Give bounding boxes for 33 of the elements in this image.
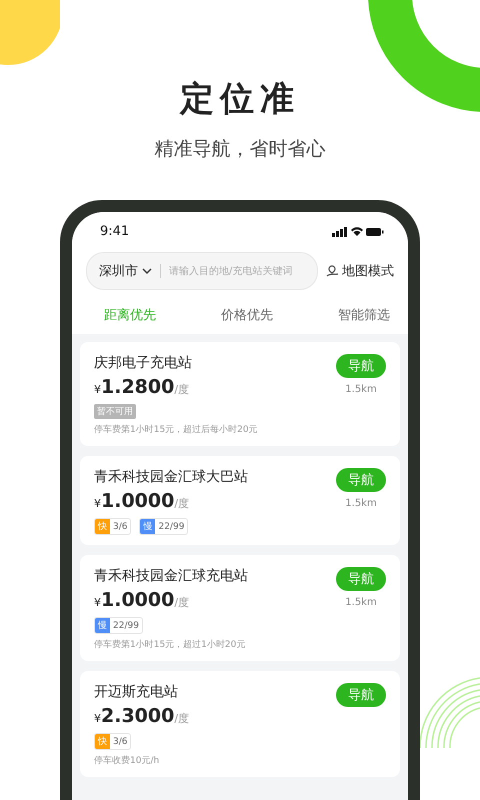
headline: 定位准 [180,78,300,121]
station-card[interactable]: 青禾科技园金汇球充电站 ¥1.0000/度 慢 22/99 停车费第1小时15元，超过1小时20元 导航 1.5km [80,555,400,661]
sort-tab[interactable]: 价格优先 [221,306,273,324]
circle-decoration [0,0,60,66]
station-card[interactable]: 开迈斯充电站 ¥2.3000/度 快 3/6 停车收费10元/h 导航 [80,671,400,777]
charger-tag: 快 3/6 [94,733,132,750]
distance-label: 1.5km [345,384,377,395]
station-card[interactable]: 青禾科技园金汇球大巴站 ¥1.0000/度 快 3/6 慢 22/99 导航 1.5km [80,456,400,545]
station-card[interactable]: 庆邦电子充电站 ¥1.2800/度 暂不可用 停车费第1小时15元，超过后每小时20元 导航 1.5km [80,342,400,446]
sort-tab[interactable]: 智能筛选 [338,306,390,324]
distance-label: 1.5km [345,498,377,509]
map-mode-button[interactable]: 地图模式 [326,262,394,280]
parking-note: 停车费第1小时15元，超过后每小时20元 [94,424,258,436]
charger-tag: 慢 22/99 [94,617,143,634]
unavailable-tag: 暂不可用 [94,404,136,419]
station-price: ¥1.0000/度 [94,589,190,611]
station-price: ¥2.3000/度 [94,705,190,727]
status-icons [332,226,384,236]
parking-note: 停车收费10元/h [94,754,160,767]
station-name: 青禾科技园金汇球大巴站 [94,468,248,486]
distance-label: 1.5km [345,597,377,608]
subheadline: 精准导航，省时省心 [154,137,326,162]
parking-note: 停车费第1小时15元，超过1小时20元 [94,638,246,651]
station-name: 青禾科技园金汇球充电站 [94,567,248,585]
charger-tag: 慢 22/99 [139,518,188,535]
map-pin-icon [326,264,339,278]
station-price: ¥1.2800/度 [94,376,190,398]
station-name: 庆邦电子充电站 [94,354,193,372]
status-time: 9:41 [100,224,130,238]
station-name: 开迈斯充电站 [94,683,179,701]
station-price: ¥1.0000/度 [94,490,190,512]
charger-tag: 快 3/6 [94,518,132,535]
chevron-down-icon [142,268,152,274]
